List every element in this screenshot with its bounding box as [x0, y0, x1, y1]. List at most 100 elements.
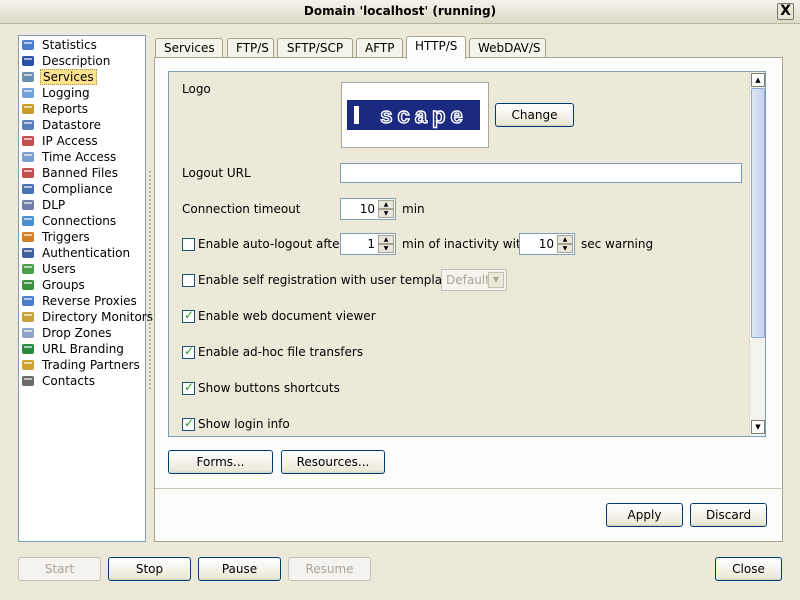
web-document-viewer-checkbox[interactable]: [182, 308, 195, 323]
sidebar-item-label: Logging: [42, 86, 90, 100]
chevron-down-icon: ▼: [488, 272, 504, 288]
sidebar-item-label: Banned Files: [42, 166, 118, 180]
sidebar-item-label: Users: [42, 262, 76, 276]
start-button[interactable]: Start: [18, 557, 101, 581]
discard-button[interactable]: Discard: [690, 503, 767, 527]
https-settings-panel: Logo scape Change Logout URL Connection …: [168, 71, 766, 437]
auto-logout-warning-unit: sec warning: [581, 237, 654, 251]
adhoc-transfers-checkbox[interactable]: [182, 344, 195, 359]
sidebar-item-label: Compliance: [42, 182, 113, 196]
trading-partners-icon: [21, 358, 35, 372]
logo-label: Logo: [182, 82, 211, 96]
apply-button[interactable]: Apply: [606, 503, 683, 527]
self-registration-label: Enable self registration with user templ…: [198, 273, 455, 287]
user-template-value: Default: [446, 273, 490, 287]
sidebar-item-label: Statistics: [42, 38, 97, 52]
tab-aftp[interactable]: AFTP: [356, 38, 403, 58]
tab-services[interactable]: Services: [155, 38, 223, 58]
logging-icon: [21, 86, 35, 100]
services-icon: [21, 70, 35, 84]
drop-zones-icon: [21, 326, 35, 340]
users-icon: [21, 262, 35, 276]
scroll-down-icon[interactable]: ▼: [751, 420, 765, 434]
scroll-up-icon[interactable]: ▲: [751, 73, 765, 87]
tab-http-s[interactable]: HTTP/S: [406, 36, 466, 59]
spin-down-icon[interactable]: ▼: [557, 244, 573, 253]
tab-webdav-s[interactable]: WebDAV/S: [469, 38, 546, 58]
datastore-icon: [21, 118, 35, 132]
auto-logout-warning-spinner[interactable]: 10 ▲ ▼: [519, 233, 575, 255]
logo-preview: scape: [341, 82, 489, 148]
tab-ftp-s[interactable]: FTP/S: [227, 38, 274, 58]
web-document-viewer-label: Enable web document viewer: [198, 309, 376, 323]
vertical-scrollbar[interactable]: ▲ ▼: [749, 72, 765, 436]
directory-monitors-icon: [21, 310, 35, 324]
pause-button[interactable]: Pause: [198, 557, 281, 581]
sidebar-item-label: Contacts: [42, 374, 95, 388]
connection-timeout-label: Connection timeout: [182, 202, 301, 216]
auto-logout-label: Enable auto-logout after: [198, 237, 345, 251]
tab-sftp-scp[interactable]: SFTP/SCP: [277, 38, 353, 58]
change-logo-button[interactable]: Change: [495, 103, 574, 127]
spin-up-icon[interactable]: ▲: [378, 235, 394, 244]
self-registration-checkbox[interactable]: [182, 274, 195, 287]
sidebar-item-label: Connections: [42, 214, 117, 228]
compliance-icon: [21, 182, 35, 196]
connections-icon: [21, 214, 35, 228]
auto-logout-spinner[interactable]: 1 ▲ ▼: [340, 233, 396, 255]
auto-logout-value: 1: [367, 237, 375, 251]
window-title: Domain 'localhost' (running): [303, 4, 497, 18]
description-icon: [21, 54, 35, 68]
ip-access-icon: [21, 134, 35, 148]
sidebar-item-label: Datastore: [42, 118, 102, 132]
time-access-icon: [21, 150, 35, 164]
connection-timeout-spinner[interactable]: 10 ▲ ▼: [340, 198, 396, 220]
logout-url-label: Logout URL: [182, 166, 251, 180]
triggers-icon: [21, 230, 35, 244]
buttons-shortcuts-checkbox[interactable]: [182, 380, 195, 395]
resources-button[interactable]: Resources...: [281, 450, 385, 474]
login-info-label: Show login info: [198, 417, 290, 431]
auto-logout-checkbox[interactable]: [182, 238, 195, 251]
reports-icon: [21, 102, 35, 116]
sidebar: Statistics Description Services Logging Repo…: [18, 35, 153, 542]
auto-logout-mid-text: min of inactivity with: [402, 237, 529, 251]
reverse-proxies-icon: [21, 294, 35, 308]
spin-down-icon[interactable]: ▼: [378, 244, 394, 253]
sidebar-item-label: Triggers: [42, 230, 90, 244]
url-branding-icon: [21, 342, 35, 356]
forms-button[interactable]: Forms...: [168, 450, 273, 474]
contacts-icon: [21, 374, 35, 388]
dlp-icon: [21, 198, 35, 212]
title-bar: Domain 'localhost' (running) X: [0, 0, 800, 24]
scrollbar-thumb[interactable]: [751, 88, 765, 338]
logout-url-input[interactable]: [340, 163, 742, 183]
sidebar-item-label: Drop Zones: [42, 326, 112, 340]
splitter-handle[interactable]: [148, 170, 152, 390]
sidebar-item-label: URL Branding: [42, 342, 124, 356]
connection-timeout-unit: min: [402, 202, 425, 216]
spin-down-icon[interactable]: ▼: [378, 209, 394, 218]
groups-icon: [21, 278, 35, 292]
resume-button[interactable]: Resume: [288, 557, 371, 581]
auto-logout-warning-value: 10: [538, 237, 554, 251]
login-info-checkbox[interactable]: [182, 416, 195, 431]
logo-image: scape: [347, 100, 480, 130]
sidebar-item-label: Time Access: [42, 150, 117, 164]
sidebar-item-label: DLP: [42, 198, 66, 212]
user-template-select: Default ▼: [441, 269, 507, 291]
spin-up-icon[interactable]: ▲: [557, 235, 573, 244]
adhoc-transfers-label: Enable ad-hoc file transfers: [198, 345, 364, 359]
spin-up-icon[interactable]: ▲: [378, 200, 394, 209]
sidebar-item-label: Directory Monitors: [42, 310, 153, 324]
close-window-icon[interactable]: X: [777, 3, 794, 20]
stop-button[interactable]: Stop: [108, 557, 191, 581]
logo-text: scape: [380, 103, 467, 128]
buttons-shortcuts-label: Show buttons shortcuts: [198, 381, 340, 395]
sidebar-item-label: Description: [42, 54, 111, 68]
sidebar-item-label: Services: [40, 69, 97, 85]
divider: [155, 488, 781, 489]
close-button[interactable]: Close: [715, 557, 782, 581]
sidebar-item-label: Authentication: [42, 246, 131, 260]
sidebar-item-label: Reverse Proxies: [42, 294, 137, 308]
